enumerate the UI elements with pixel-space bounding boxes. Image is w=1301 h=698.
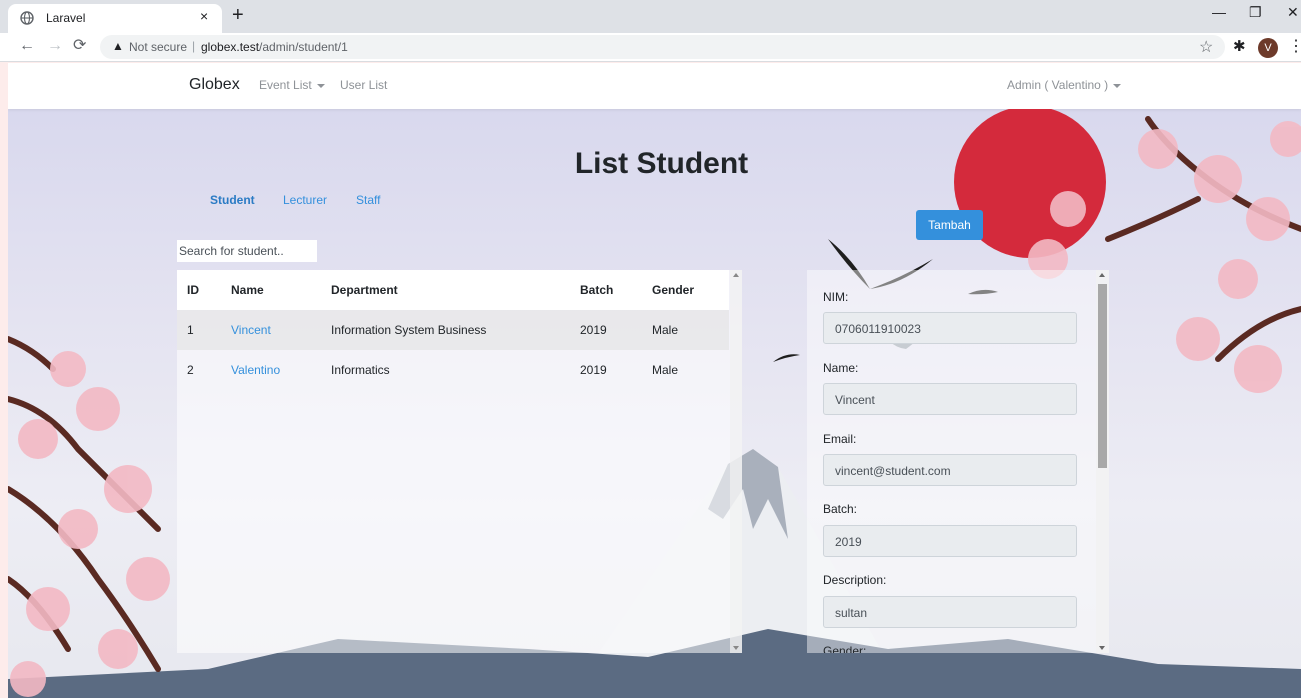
web-page: Globex Event List User List Admin ( Vale… bbox=[8, 63, 1301, 698]
name-field[interactable]: Vincent bbox=[823, 383, 1077, 415]
search-input[interactable] bbox=[177, 240, 317, 262]
tab-staff[interactable]: Staff bbox=[356, 193, 380, 207]
batch-field[interactable]: 2019 bbox=[823, 525, 1077, 557]
tab-lecturer[interactable]: Lecturer bbox=[283, 193, 327, 207]
column-header-gender: Gender bbox=[652, 283, 695, 297]
close-window-icon[interactable]: ✕ bbox=[1287, 4, 1299, 21]
admin-dropdown[interactable]: Admin ( Valentino ) bbox=[1007, 78, 1122, 92]
scroll-up-icon[interactable] bbox=[733, 273, 739, 277]
column-header-batch: Batch bbox=[580, 283, 614, 297]
cell-batch: 2019 bbox=[580, 363, 607, 377]
back-icon[interactable]: ← bbox=[19, 37, 35, 55]
cell-gender: Male bbox=[652, 323, 679, 337]
browser-tab[interactable]: Laravel × bbox=[8, 4, 222, 33]
url-text[interactable]: globex.test/admin/student/1 bbox=[201, 40, 348, 54]
event-list-dropdown[interactable]: Event List bbox=[259, 78, 325, 92]
tab-close-icon[interactable]: × bbox=[200, 8, 208, 24]
cell-department: Information System Business bbox=[331, 323, 487, 337]
email-label: Email: bbox=[823, 432, 857, 446]
menu-icon[interactable]: ⋮ bbox=[1288, 36, 1301, 56]
cell-id: 1 bbox=[187, 323, 194, 337]
scroll-down-icon[interactable] bbox=[1099, 646, 1105, 650]
tab-student[interactable]: Student bbox=[210, 193, 255, 207]
bird-2 bbox=[773, 354, 800, 362]
student-detail-panel: NIM: 0706011910023 Name: Vincent Email: … bbox=[807, 270, 1109, 653]
table-row[interactable]: 1 Vincent Information System Business 20… bbox=[177, 310, 729, 350]
forward-icon[interactable]: → bbox=[47, 37, 63, 55]
url-separator: | bbox=[192, 39, 196, 53]
tab-title: Laravel bbox=[46, 11, 86, 25]
table-scrollbar[interactable] bbox=[730, 270, 742, 653]
column-header-department: Department bbox=[331, 283, 398, 297]
cell-department: Informatics bbox=[331, 363, 390, 377]
user-list-link[interactable]: User List bbox=[340, 78, 387, 92]
cell-gender: Male bbox=[652, 363, 679, 377]
caret-down-icon bbox=[1113, 83, 1122, 88]
address-bar[interactable]: ▲ Not secure | globex.test/admin/student… bbox=[100, 35, 1225, 59]
table-row[interactable]: 2 Valentino Informatics 2019 Male bbox=[177, 350, 729, 390]
add-button[interactable]: Tambah bbox=[916, 210, 983, 240]
cell-batch: 2019 bbox=[580, 323, 607, 337]
restore-icon[interactable]: ❐ bbox=[1249, 4, 1262, 21]
security-label[interactable]: Not secure bbox=[129, 40, 187, 54]
event-list-label: Event List bbox=[259, 78, 312, 92]
detail-scrollbar[interactable] bbox=[1096, 270, 1109, 653]
url-path: /admin/student/1 bbox=[259, 40, 348, 54]
browser-tab-bar: Laravel × + — ❐ ✕ bbox=[0, 0, 1301, 33]
scroll-up-icon[interactable] bbox=[1099, 273, 1105, 277]
email-field[interactable]: vincent@student.com bbox=[823, 454, 1077, 486]
scroll-down-icon[interactable] bbox=[733, 646, 739, 650]
url-host: globex.test bbox=[201, 40, 260, 54]
cell-name-link[interactable]: Vincent bbox=[231, 323, 271, 337]
nim-label: NIM: bbox=[823, 290, 849, 304]
star-icon[interactable]: ☆ bbox=[1199, 37, 1213, 57]
scrollbar-thumb[interactable] bbox=[1098, 284, 1107, 468]
table-header: ID Name Department Batch Gender bbox=[177, 270, 729, 310]
profile-avatar[interactable]: V bbox=[1258, 38, 1278, 58]
new-tab-button[interactable]: + bbox=[232, 3, 244, 27]
globe-icon bbox=[20, 11, 34, 25]
student-table: ID Name Department Batch Gender 1 Vincen… bbox=[177, 270, 742, 653]
cell-id: 2 bbox=[187, 363, 194, 377]
nim-field[interactable]: 0706011910023 bbox=[823, 312, 1077, 344]
browser-toolbar: ← → ⟳ ▲ Not secure | globex.test/admin/s… bbox=[0, 33, 1301, 62]
caret-down-icon bbox=[316, 83, 325, 88]
brand-logo[interactable]: Globex bbox=[189, 76, 240, 94]
batch-label: Batch: bbox=[823, 502, 858, 516]
admin-label: Admin ( Valentino ) bbox=[1007, 78, 1109, 92]
warning-icon[interactable]: ▲ bbox=[112, 39, 124, 53]
site-navbar: Globex Event List User List Admin ( Vale… bbox=[8, 63, 1301, 109]
gender-label: Gender: bbox=[823, 644, 867, 653]
puzzle-icon[interactable]: ✱ bbox=[1233, 37, 1246, 55]
column-header-name: Name bbox=[231, 283, 264, 297]
description-field[interactable]: sultan bbox=[823, 596, 1077, 628]
description-label: Description: bbox=[823, 573, 887, 587]
minimize-icon[interactable]: — bbox=[1212, 4, 1226, 20]
cell-name-link[interactable]: Valentino bbox=[231, 363, 280, 377]
column-header-id: ID bbox=[187, 283, 199, 297]
name-label: Name: bbox=[823, 361, 859, 375]
reload-icon[interactable]: ⟳ bbox=[73, 37, 86, 55]
page-title: List Student bbox=[574, 147, 749, 180]
